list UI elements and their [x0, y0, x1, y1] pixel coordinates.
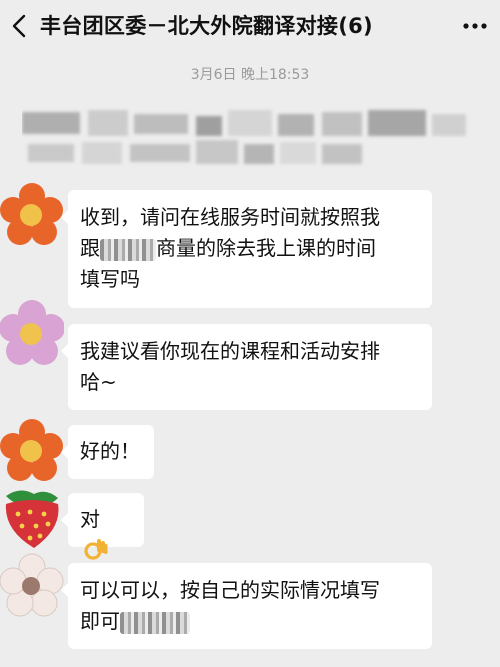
blurred-system-message [22, 110, 466, 164]
redacted-name [100, 238, 156, 261]
message-text: 跟商量的除去我上课的时间 [80, 236, 376, 261]
chat-header: 丰台团区委－北大外院翻译对接(6) [0, 0, 500, 52]
redacted-text [120, 611, 190, 634]
more-dots-icon[interactable] [458, 11, 492, 41]
message-text: 哈~ [80, 370, 117, 394]
ok-hand-icon [84, 539, 108, 560]
chevron-left-icon[interactable] [6, 9, 36, 43]
message-bubble-4[interactable]: 对 [61, 493, 144, 560]
message-timestamp: 3月6日 晚上18:53 [190, 67, 310, 83]
message-text: 可以可以，按自己的实际情况填写 [80, 578, 380, 602]
message-bubble-5[interactable]: 可以可以，按自己的实际情况填写 即可 [61, 563, 432, 649]
message-text: 好的！ [80, 439, 140, 463]
message-text: 即可 [80, 606, 420, 637]
message-text: 填写吗 [80, 267, 140, 291]
message-bubble-3[interactable]: 好的！ [61, 425, 154, 479]
pink-flower-avatar[interactable] [0, 300, 64, 368]
message-bubble-1[interactable]: 收到，请问在线服务时间就按照我 跟商量的除去我上课的时间 填写吗 [61, 190, 432, 308]
message-text: 收到，请问在线服务时间就按照我 [80, 205, 380, 229]
orange-flower-avatar[interactable] [0, 182, 64, 250]
message-text: 对 [80, 507, 100, 531]
chat-title: 丰台团区委－北大外院翻译对接(6) [40, 14, 373, 38]
message-text: 我建议看你现在的课程和活动安排 [80, 339, 380, 363]
white-flower-avatar[interactable] [0, 553, 64, 621]
strawberry-avatar[interactable] [0, 486, 64, 554]
orange-flower-avatar[interactable] [0, 418, 64, 486]
message-bubble-2[interactable]: 我建议看你现在的课程和活动安排 哈~ [61, 324, 432, 410]
